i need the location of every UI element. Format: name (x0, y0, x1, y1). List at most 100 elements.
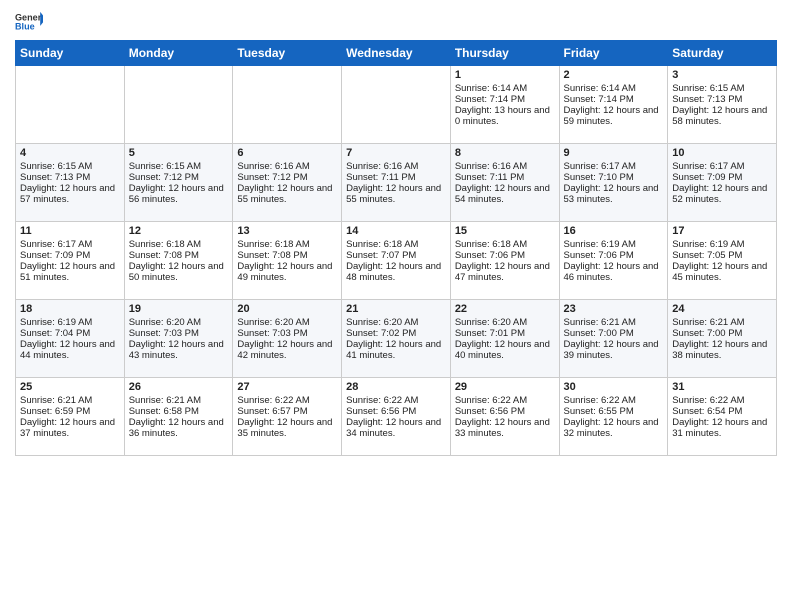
day-number: 28 (346, 381, 446, 393)
calendar-cell: 17 Sunrise: 6:19 AM Sunset: 7:05 PM Dayl… (668, 222, 777, 300)
sunset-text: Sunset: 7:01 PM (455, 328, 525, 339)
sunset-text: Sunset: 7:06 PM (564, 250, 634, 261)
header-area: General Blue (15, 10, 777, 32)
sunrise-text: Sunrise: 6:20 AM (346, 317, 418, 328)
sunset-text: Sunset: 7:06 PM (455, 250, 525, 261)
daylight-text: Daylight: 12 hours and 43 minutes. (129, 339, 224, 361)
sunset-text: Sunset: 7:00 PM (672, 328, 742, 339)
header-monday: Monday (124, 41, 233, 66)
calendar-cell: 13 Sunrise: 6:18 AM Sunset: 7:08 PM Dayl… (233, 222, 342, 300)
calendar-cell: 31 Sunrise: 6:22 AM Sunset: 6:54 PM Dayl… (668, 378, 777, 456)
daylight-text: Daylight: 12 hours and 34 minutes. (346, 417, 441, 439)
calendar-cell: 1 Sunrise: 6:14 AM Sunset: 7:14 PM Dayli… (450, 66, 559, 144)
daylight-text: Daylight: 12 hours and 55 minutes. (346, 183, 441, 205)
sunrise-text: Sunrise: 6:16 AM (455, 161, 527, 172)
sunrise-text: Sunrise: 6:15 AM (672, 83, 744, 94)
calendar-cell: 14 Sunrise: 6:18 AM Sunset: 7:07 PM Dayl… (342, 222, 451, 300)
sunset-text: Sunset: 7:02 PM (346, 328, 416, 339)
calendar-cell: 4 Sunrise: 6:15 AM Sunset: 7:13 PM Dayli… (16, 144, 125, 222)
daylight-text: Daylight: 12 hours and 47 minutes. (455, 261, 550, 283)
calendar-cell: 3 Sunrise: 6:15 AM Sunset: 7:13 PM Dayli… (668, 66, 777, 144)
daylight-text: Daylight: 12 hours and 44 minutes. (20, 339, 115, 361)
day-number: 26 (129, 381, 229, 393)
week-row-5: 25 Sunrise: 6:21 AM Sunset: 6:59 PM Dayl… (16, 378, 777, 456)
daylight-text: Daylight: 12 hours and 39 minutes. (564, 339, 659, 361)
day-number: 13 (237, 225, 337, 237)
daylight-text: Daylight: 12 hours and 50 minutes. (129, 261, 224, 283)
day-number: 22 (455, 303, 555, 315)
calendar-cell: 26 Sunrise: 6:21 AM Sunset: 6:58 PM Dayl… (124, 378, 233, 456)
sunrise-text: Sunrise: 6:22 AM (672, 395, 744, 406)
day-number: 11 (20, 225, 120, 237)
day-number: 8 (455, 147, 555, 159)
day-number: 14 (346, 225, 446, 237)
sunrise-text: Sunrise: 6:20 AM (129, 317, 201, 328)
week-row-1: 1 Sunrise: 6:14 AM Sunset: 7:14 PM Dayli… (16, 66, 777, 144)
daylight-text: Daylight: 13 hours and 0 minutes. (455, 105, 550, 127)
calendar-cell: 29 Sunrise: 6:22 AM Sunset: 6:56 PM Dayl… (450, 378, 559, 456)
calendar-cell: 11 Sunrise: 6:17 AM Sunset: 7:09 PM Dayl… (16, 222, 125, 300)
calendar-cell: 12 Sunrise: 6:18 AM Sunset: 7:08 PM Dayl… (124, 222, 233, 300)
sunrise-text: Sunrise: 6:15 AM (129, 161, 201, 172)
sunset-text: Sunset: 7:11 PM (346, 172, 416, 183)
main-container: General Blue SundayMondayTuesdayWednesda… (0, 0, 792, 461)
daylight-text: Daylight: 12 hours and 41 minutes. (346, 339, 441, 361)
logo: General Blue (15, 10, 43, 32)
header-sunday: Sunday (16, 41, 125, 66)
day-number: 18 (20, 303, 120, 315)
sunrise-text: Sunrise: 6:22 AM (346, 395, 418, 406)
calendar-cell: 19 Sunrise: 6:20 AM Sunset: 7:03 PM Dayl… (124, 300, 233, 378)
daylight-text: Daylight: 12 hours and 46 minutes. (564, 261, 659, 283)
calendar-cell: 25 Sunrise: 6:21 AM Sunset: 6:59 PM Dayl… (16, 378, 125, 456)
day-number: 3 (672, 69, 772, 81)
day-number: 30 (564, 381, 664, 393)
calendar-cell: 15 Sunrise: 6:18 AM Sunset: 7:06 PM Dayl… (450, 222, 559, 300)
day-number: 23 (564, 303, 664, 315)
day-number: 24 (672, 303, 772, 315)
sunrise-text: Sunrise: 6:19 AM (20, 317, 92, 328)
daylight-text: Daylight: 12 hours and 58 minutes. (672, 105, 767, 127)
sunset-text: Sunset: 7:03 PM (237, 328, 307, 339)
sunset-text: Sunset: 7:08 PM (129, 250, 199, 261)
calendar-cell: 30 Sunrise: 6:22 AM Sunset: 6:55 PM Dayl… (559, 378, 668, 456)
sunrise-text: Sunrise: 6:17 AM (20, 239, 92, 250)
sunset-text: Sunset: 7:14 PM (455, 94, 525, 105)
calendar-table: SundayMondayTuesdayWednesdayThursdayFrid… (15, 40, 777, 456)
header-tuesday: Tuesday (233, 41, 342, 66)
calendar-cell (124, 66, 233, 144)
daylight-text: Daylight: 12 hours and 56 minutes. (129, 183, 224, 205)
logo-icon: General Blue (15, 10, 43, 32)
day-number: 16 (564, 225, 664, 237)
day-number: 20 (237, 303, 337, 315)
day-number: 5 (129, 147, 229, 159)
calendar-cell (16, 66, 125, 144)
calendar-cell (233, 66, 342, 144)
day-number: 21 (346, 303, 446, 315)
day-number: 27 (237, 381, 337, 393)
daylight-text: Daylight: 12 hours and 52 minutes. (672, 183, 767, 205)
day-number: 4 (20, 147, 120, 159)
sunrise-text: Sunrise: 6:18 AM (237, 239, 309, 250)
day-number: 6 (237, 147, 337, 159)
daylight-text: Daylight: 12 hours and 45 minutes. (672, 261, 767, 283)
day-number: 9 (564, 147, 664, 159)
calendar-cell: 23 Sunrise: 6:21 AM Sunset: 7:00 PM Dayl… (559, 300, 668, 378)
daylight-text: Daylight: 12 hours and 36 minutes. (129, 417, 224, 439)
daylight-text: Daylight: 12 hours and 59 minutes. (564, 105, 659, 127)
sunrise-text: Sunrise: 6:16 AM (346, 161, 418, 172)
calendar-cell: 27 Sunrise: 6:22 AM Sunset: 6:57 PM Dayl… (233, 378, 342, 456)
header-friday: Friday (559, 41, 668, 66)
calendar-header-row: SundayMondayTuesdayWednesdayThursdayFrid… (16, 41, 777, 66)
sunset-text: Sunset: 7:09 PM (672, 172, 742, 183)
daylight-text: Daylight: 12 hours and 35 minutes. (237, 417, 332, 439)
sunrise-text: Sunrise: 6:22 AM (237, 395, 309, 406)
daylight-text: Daylight: 12 hours and 57 minutes. (20, 183, 115, 205)
day-number: 29 (455, 381, 555, 393)
sunset-text: Sunset: 7:04 PM (20, 328, 90, 339)
daylight-text: Daylight: 12 hours and 51 minutes. (20, 261, 115, 283)
calendar-cell: 7 Sunrise: 6:16 AM Sunset: 7:11 PM Dayli… (342, 144, 451, 222)
svg-text:Blue: Blue (15, 21, 35, 31)
calendar-cell: 24 Sunrise: 6:21 AM Sunset: 7:00 PM Dayl… (668, 300, 777, 378)
sunrise-text: Sunrise: 6:17 AM (672, 161, 744, 172)
day-number: 2 (564, 69, 664, 81)
